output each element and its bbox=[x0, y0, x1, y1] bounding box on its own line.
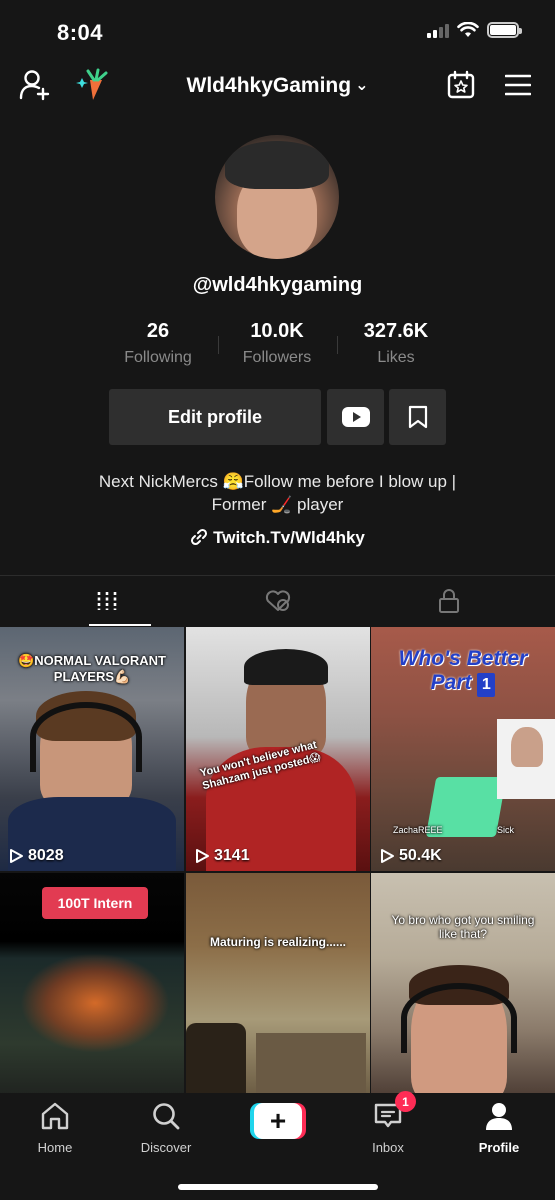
home-indicator bbox=[178, 1184, 378, 1190]
signal-icon bbox=[427, 22, 449, 38]
headset-icon bbox=[401, 983, 517, 1053]
header-username: Wld4hkyGaming bbox=[186, 74, 352, 97]
wifi-icon bbox=[457, 22, 479, 37]
home-icon bbox=[41, 1102, 69, 1130]
view-count-value: 3141 bbox=[214, 847, 250, 864]
tab-liked[interactable] bbox=[185, 576, 370, 626]
profile-handle: @wld4hkygaming bbox=[192, 274, 363, 296]
video-caption: 100T Intern bbox=[42, 887, 148, 919]
nav-profile-label: Profile bbox=[478, 1140, 520, 1155]
chevron-down-icon: ⌄ bbox=[355, 77, 369, 94]
nav-home[interactable]: Home bbox=[10, 1101, 100, 1155]
view-count-value: 50.4K bbox=[399, 847, 442, 864]
video-caption: Yo bro who got you smiling like that? bbox=[391, 913, 535, 941]
video-tile[interactable]: You won't believe what Shahzam just post… bbox=[186, 627, 370, 871]
hidden-heart-icon bbox=[265, 590, 290, 611]
play-icon bbox=[196, 849, 209, 863]
status-bar: 8:04 bbox=[0, 0, 555, 62]
part-badge: 1 bbox=[477, 673, 496, 697]
likes-label: Likes bbox=[377, 349, 415, 366]
player-name-right: Sick bbox=[497, 825, 515, 835]
nav-inbox-label: Inbox bbox=[372, 1140, 404, 1155]
search-icon bbox=[153, 1103, 180, 1130]
video-caption: Who's Better Part 1 bbox=[379, 647, 547, 697]
create-button[interactable]: + bbox=[250, 1103, 306, 1139]
link-text: Twitch.Tv/Wld4hky bbox=[213, 528, 365, 547]
video-tile[interactable]: Who's Better Part 1 ZachaREEE Sick 50.4K bbox=[371, 627, 555, 871]
menu-icon[interactable] bbox=[505, 74, 531, 96]
status-icons bbox=[427, 22, 522, 38]
bio-line: Next NickMercs 😤Follow me before I blow … bbox=[98, 472, 457, 491]
nav-discover-label: Discover bbox=[140, 1140, 192, 1155]
favorites-button[interactable] bbox=[389, 389, 446, 445]
grid-icon bbox=[97, 592, 116, 610]
view-count-value: 8028 bbox=[28, 847, 64, 864]
caption-text: Who's Better Part bbox=[398, 647, 528, 694]
likes-count: 327.6K bbox=[363, 320, 429, 342]
top-navigation: Wld4hkyGaming ⌄ bbox=[0, 62, 555, 110]
plus-icon: + bbox=[254, 1103, 302, 1139]
video-caption: 🤩NORMAL VALORANT PLAYERS💪🏻 bbox=[18, 653, 166, 684]
avatar[interactable] bbox=[215, 135, 339, 259]
thumbnail-hair bbox=[244, 649, 328, 685]
link-icon bbox=[191, 528, 208, 546]
view-count: 3141 bbox=[194, 847, 250, 865]
neon-sign-graphic bbox=[20, 953, 170, 1053]
followers-count: 10.0K bbox=[250, 320, 304, 342]
profile-stats: 26 Following 10.0K Followers 327.6K Like… bbox=[0, 320, 555, 370]
tab-private[interactable] bbox=[356, 576, 541, 626]
play-icon bbox=[10, 849, 23, 863]
content-tabs bbox=[0, 576, 555, 626]
following-count: 26 bbox=[146, 320, 170, 342]
nav-profile[interactable]: Profile bbox=[454, 1101, 544, 1155]
battery-icon bbox=[487, 22, 522, 38]
headset-icon bbox=[30, 702, 142, 772]
nav-home-label: Home bbox=[37, 1140, 73, 1155]
tab-videos[interactable] bbox=[14, 576, 199, 626]
nav-discover[interactable]: Discover bbox=[121, 1101, 211, 1155]
video-grid: 🤩NORMAL VALORANT PLAYERS💪🏻 8028 You won'… bbox=[0, 627, 555, 1117]
followers-label: Followers bbox=[242, 349, 312, 366]
lock-icon bbox=[438, 589, 459, 613]
youtube-button[interactable] bbox=[327, 389, 384, 445]
video-tile[interactable]: 100T Intern bbox=[0, 873, 184, 1117]
followers-stat[interactable]: 10.0K Followers bbox=[217, 320, 337, 367]
bio-line: Former 🏒 player bbox=[211, 495, 344, 514]
profile-icon bbox=[486, 1103, 512, 1130]
edit-profile-button[interactable]: Edit profile bbox=[109, 389, 321, 445]
nav-inbox[interactable]: Inbox bbox=[343, 1101, 433, 1155]
video-tile[interactable]: Yo bro who got you smiling like that? bbox=[371, 873, 555, 1117]
view-count: 8028 bbox=[8, 847, 64, 865]
video-caption: Maturing is realizing...... bbox=[209, 935, 347, 949]
following-stat[interactable]: 26 Following bbox=[98, 320, 218, 367]
view-count: 50.4K bbox=[379, 847, 442, 865]
play-icon bbox=[381, 849, 394, 863]
status-time: 8:04 bbox=[57, 20, 104, 45]
inbox-badge: 1 bbox=[395, 1091, 416, 1112]
following-label: Following bbox=[124, 349, 192, 366]
bookmark-icon bbox=[408, 405, 427, 429]
player-name-left: ZachaREEE bbox=[393, 825, 443, 835]
profile-bio: Next NickMercs 😤Follow me before I blow … bbox=[0, 470, 555, 516]
profile-actions: Edit profile bbox=[0, 389, 555, 445]
creator-calendar-icon[interactable] bbox=[446, 70, 476, 100]
profile-link[interactable]: Twitch.Tv/Wld4hky bbox=[0, 528, 555, 548]
thumbnail-person bbox=[511, 727, 543, 767]
video-tile[interactable]: 🤩NORMAL VALORANT PLAYERS💪🏻 8028 bbox=[0, 627, 184, 871]
youtube-icon bbox=[341, 407, 370, 427]
video-tile[interactable]: Maturing is realizing...... bbox=[186, 873, 370, 1117]
likes-stat[interactable]: 327.6K Likes bbox=[336, 320, 456, 367]
